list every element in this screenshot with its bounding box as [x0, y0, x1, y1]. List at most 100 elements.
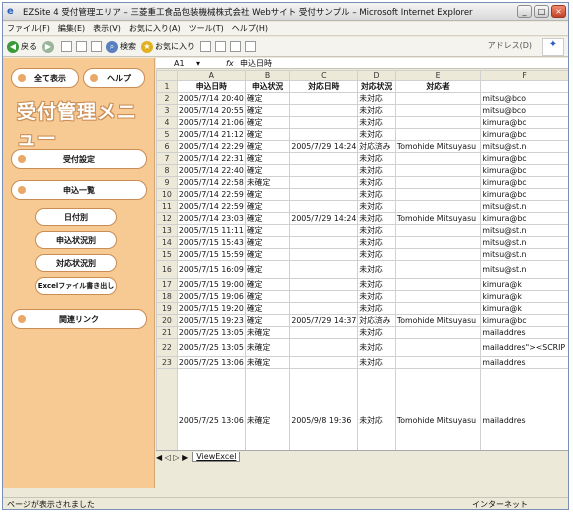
table-cell[interactable]: 未対応 [357, 188, 396, 201]
table-cell[interactable]: mitsu@st.n [480, 236, 568, 249]
header-cell[interactable]: 対応日時 [289, 80, 359, 93]
table-cell[interactable]: mitsu@st.n [480, 224, 568, 237]
help-button[interactable]: ヘルプ [83, 68, 145, 88]
table-cell[interactable] [394, 338, 482, 357]
table-cell[interactable]: 未対応 [357, 224, 396, 237]
column-header-b[interactable]: B [244, 70, 291, 81]
table-cell[interactable]: 2005/7/15 15:59 [176, 248, 246, 261]
sheet-nav-arrows[interactable]: ◀ ◁ ▷ ▶ [156, 453, 188, 462]
row-number[interactable]: 16 [156, 260, 178, 279]
table-cell[interactable]: mitsu@st.n [480, 140, 568, 153]
row-number[interactable]: 20 [156, 314, 178, 327]
table-cell[interactable] [394, 92, 482, 105]
header-cell[interactable]: 対応者 [394, 80, 482, 93]
table-cell[interactable] [289, 200, 359, 213]
table-cell[interactable]: kimura@k [480, 290, 568, 303]
table-cell[interactable]: 確定 [244, 260, 291, 279]
table-cell[interactable]: 未確定 [244, 356, 291, 369]
table-cell[interactable] [289, 92, 359, 105]
table-cell[interactable] [394, 278, 482, 291]
table-cell[interactable]: 2005/7/14 22:31 [176, 152, 246, 165]
table-cell[interactable]: kimura@bc [480, 212, 568, 225]
table-cell[interactable]: mailaddres"><SCRIP [480, 338, 568, 357]
table-cell[interactable]: 確定 [244, 188, 291, 201]
table-cell[interactable]: 未対応 [357, 248, 396, 261]
table-cell[interactable] [289, 338, 359, 357]
menu-edit[interactable]: 編集(E) [58, 23, 85, 34]
row-number[interactable]: 10 [156, 188, 178, 201]
table-cell[interactable] [289, 104, 359, 117]
row-number[interactable]: 17 [156, 278, 178, 291]
history-icon[interactable] [200, 41, 211, 52]
table-cell[interactable]: 2005/7/15 16:09 [176, 260, 246, 279]
table-cell[interactable] [289, 302, 359, 315]
table-cell[interactable]: 未確定 [244, 326, 291, 339]
close-button[interactable]: × [551, 5, 566, 18]
table-cell[interactable]: 未対応 [357, 92, 396, 105]
table-cell[interactable]: 2005/7/29 14:24 [289, 212, 359, 225]
table-cell[interactable]: 確定 [244, 152, 291, 165]
table-cell[interactable]: kimura@bc [480, 152, 568, 165]
row-number[interactable]: 18 [156, 290, 178, 303]
table-cell[interactable] [394, 260, 482, 279]
table-cell[interactable] [289, 248, 359, 261]
column-header-e[interactable]: E [394, 70, 482, 81]
table-cell[interactable]: 2005/7/25 13:06 [176, 368, 246, 450]
table-cell[interactable]: 確定 [244, 248, 291, 261]
row-number[interactable]: 2 [156, 92, 178, 105]
table-cell[interactable]: 2005/7/14 20:55 [176, 104, 246, 117]
menu-file[interactable]: ファイル(F) [7, 23, 50, 34]
table-cell[interactable]: 未対応 [357, 236, 396, 249]
table-cell[interactable]: 未対応 [357, 152, 396, 165]
table-cell[interactable]: kimura@bc [480, 176, 568, 189]
name-box[interactable]: A1 [156, 59, 196, 68]
table-cell[interactable] [394, 152, 482, 165]
table-cell[interactable]: 確定 [244, 116, 291, 129]
table-cell[interactable]: mitsu@st.n [480, 248, 568, 261]
corner-cell[interactable] [156, 70, 178, 81]
table-cell[interactable]: 2005/7/14 22:59 [176, 188, 246, 201]
table-cell[interactable]: mailaddres [480, 326, 568, 339]
table-cell[interactable]: Tomohide Mitsuyasu [394, 140, 482, 153]
print-icon[interactable] [230, 41, 241, 52]
table-cell[interactable]: 未対応 [357, 104, 396, 117]
table-cell[interactable]: 未対応 [357, 116, 396, 129]
table-cell[interactable]: 確定 [244, 104, 291, 117]
table-cell[interactable] [394, 128, 482, 141]
table-cell[interactable]: 2005/7/14 21:06 [176, 116, 246, 129]
edit-icon[interactable] [245, 41, 256, 52]
table-cell[interactable]: 2005/7/15 19:06 [176, 290, 246, 303]
table-cell[interactable]: 2005/7/15 19:23 [176, 314, 246, 327]
header-cell[interactable]: 申込状況 [244, 80, 291, 93]
table-cell[interactable] [394, 236, 482, 249]
menu-favorites[interactable]: お気に入り(A) [129, 23, 181, 34]
table-cell[interactable] [289, 224, 359, 237]
table-cell[interactable]: kimura@bc [480, 164, 568, 177]
row-number[interactable]: 4 [156, 116, 178, 129]
menu-view[interactable]: 表示(V) [93, 23, 121, 34]
table-cell[interactable]: Tomohide Mitsuyasu [394, 212, 482, 225]
table-cell[interactable]: mailaddres [480, 368, 568, 450]
table-cell[interactable]: 確定 [244, 212, 291, 225]
table-cell[interactable]: 未対応 [357, 278, 396, 291]
table-cell[interactable]: 2005/7/29 14:24 [289, 140, 359, 153]
table-cell[interactable]: 2005/7/14 22:58 [176, 176, 246, 189]
table-cell[interactable]: 2005/7/14 22:29 [176, 140, 246, 153]
table-cell[interactable] [394, 164, 482, 177]
application-list-button[interactable]: 申込一覧 [11, 180, 147, 200]
back-button[interactable]: ◀ 戻る [7, 40, 37, 53]
table-cell[interactable]: 未確定 [244, 176, 291, 189]
table-cell[interactable]: 確定 [244, 164, 291, 177]
row-number[interactable]: 19 [156, 302, 178, 315]
dropdown-icon[interactable]: ▾ [196, 59, 226, 68]
table-cell[interactable]: 確定 [244, 290, 291, 303]
row-number[interactable]: 15 [156, 248, 178, 261]
table-cell[interactable]: 未対応 [357, 212, 396, 225]
table-cell[interactable]: 未対応 [357, 176, 396, 189]
table-cell[interactable] [289, 188, 359, 201]
header-cell[interactable]: 申込日時 [176, 80, 246, 93]
header-cell[interactable]: 対応状況 [357, 80, 396, 93]
table-cell[interactable] [394, 104, 482, 117]
table-cell[interactable]: 確定 [244, 140, 291, 153]
reception-settings-button[interactable]: 受付設定 [11, 149, 147, 169]
